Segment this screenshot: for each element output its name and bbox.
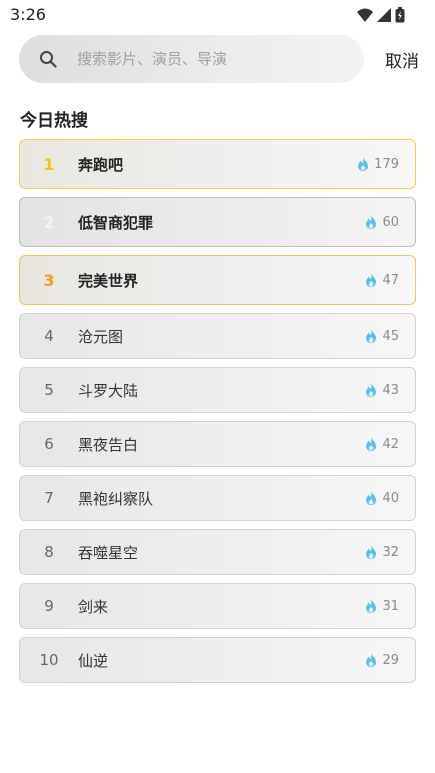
item-title: 吞噬星空 (78, 543, 139, 562)
item-title: 完美世界 (78, 271, 139, 290)
hot-search-list: 1 奔跑吧 179 2 低智商犯罪 60 3 完美世界 47 4 沧元图 45 5 斗罗大陆 43 6 黑夜告白… (19, 139, 416, 691)
heat-indicator: 179 (357, 157, 399, 172)
hot-list-item[interactable]: 5 斗罗大陆 43 (19, 367, 416, 413)
flame-icon (365, 653, 377, 667)
item-title: 低智商犯罪 (78, 213, 154, 232)
heat-indicator: 31 (365, 599, 399, 614)
item-title: 斗罗大陆 (78, 381, 139, 400)
heat-count: 45 (382, 328, 399, 344)
search-box[interactable] (19, 35, 364, 83)
heat-count: 60 (382, 214, 399, 230)
hot-list-item[interactable]: 10 仙逆 29 (19, 637, 416, 683)
cancel-button[interactable]: 取消 (385, 47, 419, 72)
item-title: 奔跑吧 (78, 155, 124, 174)
rank-number: 2 (43, 212, 55, 232)
battery-icon (395, 7, 405, 23)
flame-icon (365, 545, 377, 559)
wifi-icon (357, 8, 373, 22)
flame-icon (365, 491, 377, 505)
search-bar: 取消 (19, 35, 419, 83)
heat-count: 40 (382, 490, 399, 506)
heat-count: 32 (382, 544, 399, 560)
hot-list-item[interactable]: 8 吞噬星空 32 (19, 529, 416, 575)
hot-list-item[interactable]: 7 黑袍纠察队 40 (19, 475, 416, 521)
rank-number: 8 (44, 543, 54, 561)
heat-count: 43 (382, 382, 399, 398)
heat-indicator: 60 (365, 215, 399, 230)
item-title: 剑来 (78, 597, 109, 616)
rank-number: 1 (43, 154, 55, 174)
hot-list-item[interactable]: 4 沧元图 45 (19, 313, 416, 359)
flame-icon (365, 329, 377, 343)
status-time: 3:26 (10, 5, 46, 24)
item-title: 黑夜告白 (78, 435, 139, 454)
flame-icon (365, 437, 377, 451)
rank-number: 3 (43, 270, 55, 290)
item-title: 黑袍纠察队 (78, 489, 154, 508)
heat-count: 179 (374, 156, 399, 172)
rank-number: 5 (44, 381, 54, 399)
item-title: 仙逆 (78, 651, 109, 670)
heat-indicator: 32 (365, 545, 399, 560)
heat-count: 31 (382, 598, 399, 614)
flame-icon (365, 383, 377, 397)
status-icons (357, 7, 405, 23)
hot-list-item[interactable]: 6 黑夜告白 42 (19, 421, 416, 467)
flame-icon (357, 157, 369, 171)
heat-indicator: 45 (365, 329, 399, 344)
heat-count: 42 (382, 436, 399, 452)
heat-indicator: 43 (365, 383, 399, 398)
flame-icon (365, 215, 377, 229)
heat-indicator: 47 (365, 273, 399, 288)
rank-number: 10 (39, 651, 59, 669)
heat-indicator: 40 (365, 491, 399, 506)
heat-count: 29 (382, 652, 399, 668)
rank-number: 6 (44, 435, 54, 453)
hot-list-item[interactable]: 2 低智商犯罪 60 (19, 197, 416, 247)
hot-list-item[interactable]: 3 完美世界 47 (19, 255, 416, 305)
rank-number: 4 (44, 327, 54, 345)
signal-icon (377, 8, 391, 22)
rank-number: 9 (44, 597, 54, 615)
search-icon[interactable] (39, 50, 57, 68)
heat-indicator: 29 (365, 653, 399, 668)
heat-indicator: 42 (365, 437, 399, 452)
hot-list-item[interactable]: 9 剑来 31 (19, 583, 416, 629)
section-title: 今日热搜 (20, 111, 88, 131)
status-bar: 3:26 (0, 0, 435, 30)
hot-list-item[interactable]: 1 奔跑吧 179 (19, 139, 416, 189)
heat-count: 47 (382, 272, 399, 288)
item-title: 沧元图 (78, 327, 124, 346)
flame-icon (365, 273, 377, 287)
flame-icon (365, 599, 377, 613)
search-input[interactable] (75, 49, 329, 69)
rank-number: 7 (44, 489, 54, 507)
